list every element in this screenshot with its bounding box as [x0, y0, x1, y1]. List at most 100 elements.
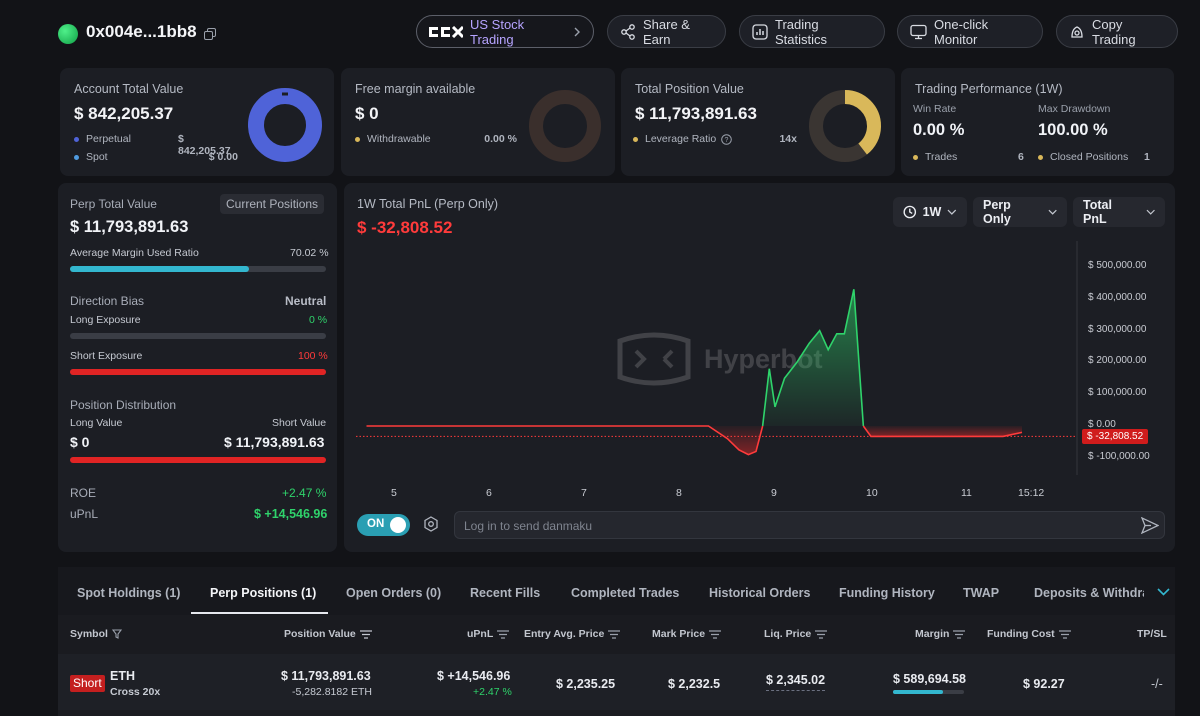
danmaku-toggle[interactable]: ON: [357, 514, 410, 536]
col-tpsl: TP/SL: [1137, 628, 1167, 640]
copy-trading-label: Copy Trading: [1092, 16, 1136, 47]
current-positions-button[interactable]: Current Positions: [220, 194, 325, 214]
performance-title: Trading Performance (1W): [915, 82, 1063, 96]
x-tick-label: 11: [961, 487, 972, 499]
col-upnl[interactable]: uPnL: [467, 628, 510, 640]
account-donut: [248, 88, 322, 162]
col-mark-price[interactable]: Mark Price: [652, 628, 722, 640]
perpetual-row: Perpetual: [74, 133, 131, 145]
col-symbol[interactable]: Symbol: [70, 628, 122, 640]
current-pnl-label: $ -32,808.52: [1082, 428, 1149, 444]
upnl-value: $ +14,546.96: [254, 507, 328, 521]
perp-total-value: $ 11,793,891.63: [70, 218, 189, 236]
trades-row: Trades: [913, 151, 957, 163]
x-tick-label: 9: [771, 487, 777, 499]
filter-icon[interactable]: [111, 629, 122, 639]
leverage-row: Leverage Ratio ?: [633, 133, 733, 145]
tab-deposits-withdraw[interactable]: Deposits & Withdraw: [1034, 586, 1144, 600]
withdrawable-dot: [355, 136, 360, 142]
free-margin-card: Free margin available $ 0 Withdrawable 0…: [341, 68, 615, 176]
copy-icon[interactable]: [204, 28, 216, 40]
long-exposure-label: Long Exposure: [70, 314, 141, 326]
tab-perp-positions[interactable]: Perp Positions (1): [210, 586, 316, 600]
spot-row: Spot: [74, 151, 108, 163]
tab-recent-fills[interactable]: Recent Fills: [470, 586, 540, 600]
leverage-dot: [633, 136, 638, 142]
col-funding-cost[interactable]: Funding Cost: [987, 628, 1071, 640]
svg-text:?: ?: [725, 137, 729, 144]
account-total-value: $ 842,205.37: [74, 104, 174, 123]
margin-bar-fill: [893, 690, 943, 694]
share-earn-label: Share & Earn: [643, 16, 690, 47]
send-icon[interactable]: [1141, 517, 1159, 534]
wallet-address: 0x004e...1bb8: [86, 22, 197, 41]
trading-statistics-button[interactable]: Trading Statistics: [739, 15, 885, 48]
y-tick-label: $ 400,000.00: [1088, 291, 1147, 303]
sort-icon: [497, 629, 510, 639]
row-tpsl[interactable]: -/-: [1151, 677, 1163, 691]
trading-statistics-label: Trading Statistics: [775, 16, 828, 47]
side-badge: Short: [70, 675, 105, 692]
perpetual-dot: [74, 136, 79, 142]
col-entry-price-label: Entry Avg. Price: [524, 628, 605, 640]
spot-dot: [74, 154, 79, 160]
withdrawable-label: Withdrawable: [367, 133, 431, 145]
danmaku-input[interactable]: Log in to send danmaku: [454, 511, 1165, 539]
table-row[interactable]: [58, 654, 1175, 710]
one-click-monitor-button[interactable]: One-click Monitor: [897, 15, 1043, 48]
spot-value: $ 0.00: [208, 151, 238, 163]
avg-margin-label: Average Margin Used Ratio: [70, 247, 199, 259]
us-stock-trading-button[interactable]: US Stock Trading: [416, 15, 594, 48]
tab-open-orders[interactable]: Open Orders (0): [346, 586, 441, 600]
row-upnl: $ +14,546.96: [437, 669, 511, 683]
help-icon[interactable]: ?: [721, 133, 733, 145]
col-symbol-label: Symbol: [70, 628, 108, 640]
chevron-down-icon[interactable]: [1157, 588, 1170, 596]
direction-bias-label: Direction Bias: [70, 294, 145, 308]
settings-icon[interactable]: [423, 516, 439, 532]
toggle-knob: [390, 517, 406, 533]
copy-trading-button[interactable]: Copy Trading: [1056, 15, 1178, 48]
long-value-amount: $ 0: [70, 434, 90, 450]
avg-margin-bar: [70, 266, 326, 272]
tab-funding-history[interactable]: Funding History: [839, 586, 935, 600]
sort-icon: [815, 629, 828, 639]
account-total-card: Account Total Value $ 842,205.37 Perpetu…: [60, 68, 334, 176]
leverage-value: 14x: [779, 133, 797, 145]
row-mode: Cross 20x: [110, 686, 161, 698]
short-value-label: Short Value: [272, 417, 327, 429]
col-entry-price[interactable]: Entry Avg. Price: [524, 628, 621, 640]
col-funding-cost-label: Funding Cost: [987, 628, 1055, 640]
free-margin-value: $ 0: [355, 104, 379, 123]
y-tick-label: $ 100,000.00: [1088, 387, 1147, 399]
row-upnl-pct: +2.47 %: [473, 686, 512, 698]
copy-trading-icon: [1071, 25, 1083, 38]
col-liq-price[interactable]: Liq. Price: [764, 628, 828, 640]
monitor-icon: [910, 24, 927, 39]
pnl-area-positive: [762, 289, 864, 426]
closed-positions-row: Closed Positions: [1038, 151, 1128, 163]
share-icon: [621, 23, 635, 40]
col-margin[interactable]: Margin: [915, 628, 966, 640]
perp-total-label: Perp Total Value: [70, 197, 157, 211]
x-tick-label: 7: [581, 487, 587, 499]
wallet-avatar-icon: [58, 24, 78, 44]
trades-dot: [913, 154, 918, 160]
col-position-value[interactable]: Position Value: [284, 628, 372, 640]
spot-label: Spot: [86, 151, 108, 163]
tab-twap[interactable]: TWAP: [963, 586, 999, 600]
long-value-label: Long Value: [70, 417, 123, 429]
margin-bar: [893, 690, 964, 694]
short-exposure-bar: [70, 369, 326, 375]
tab-spot-holdings[interactable]: Spot Holdings (1): [77, 586, 180, 600]
direction-bias-value: Neutral: [285, 294, 327, 308]
position-value-card: Total Position Value $ 11,793,891.63 Lev…: [621, 68, 895, 176]
pnl-chart-panel: 1W Total PnL (Perp Only) $ -32,808.52 1W…: [344, 183, 1175, 552]
liq-price-underline: [766, 690, 825, 691]
tab-completed-trades[interactable]: Completed Trades: [571, 586, 679, 600]
y-tick-label: $ 500,000.00: [1088, 260, 1147, 271]
share-earn-button[interactable]: Share & Earn: [607, 15, 726, 48]
row-symbol[interactable]: ETH: [110, 669, 135, 683]
sort-icon: [1058, 629, 1071, 639]
tab-historical-orders[interactable]: Historical Orders: [709, 586, 810, 600]
